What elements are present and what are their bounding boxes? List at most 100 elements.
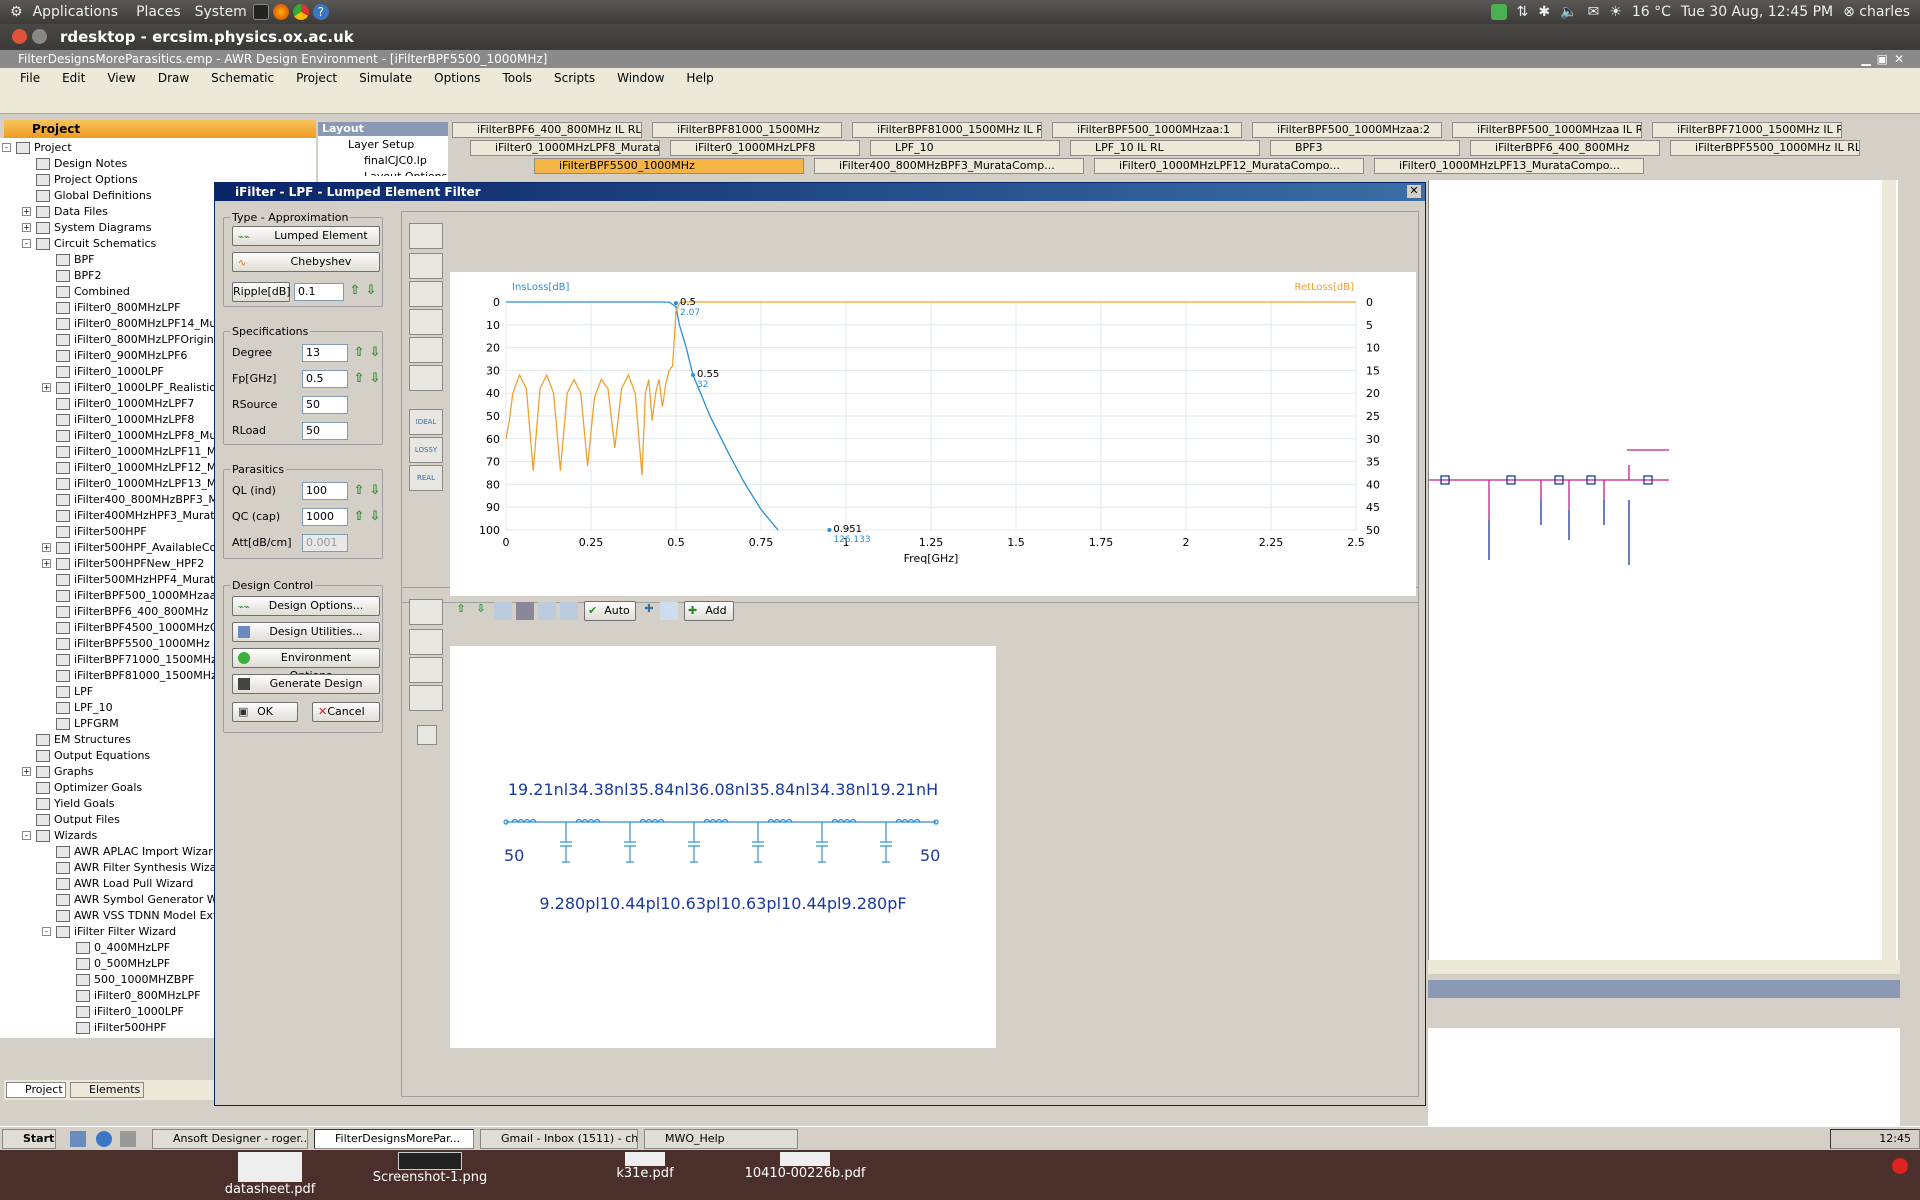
quicklaunch-app-icon[interactable] [120,1131,136,1147]
tree-item[interactable]: BPF [56,252,95,268]
tree-item[interactable]: iFilter0_1000LPF [76,1004,184,1020]
chart-scale-icon[interactable] [538,602,556,620]
desktop-file-10410[interactable]: 10410-00226b.pdf [740,1152,870,1181]
tree-item[interactable]: iFilter500HPF [56,524,147,540]
chart-marker-icon[interactable] [494,602,512,620]
tree-item[interactable]: iFilter0_800MHzLPFOrigina [56,332,220,348]
tree-item[interactable]: 0_400MHzLPF [76,940,170,956]
tree-item[interactable]: AWR Symbol Generator W [56,892,218,908]
tree-item[interactable]: BPF2 [56,268,102,284]
blank-icon[interactable] [409,629,443,655]
document-tab[interactable]: iFilterBPF500_1000MHzaa:1 [1052,122,1242,138]
document-tab[interactable]: iFilter0_1000MHzLPF8 [670,140,860,156]
qc-down-icon[interactable]: ⇩ [368,508,382,526]
quicklaunch-ie-icon[interactable] [96,1131,112,1147]
tree-item[interactable]: iFilter0_800MHzLPF [76,988,200,1004]
collapse-icon[interactable]: - [42,927,51,936]
tree-item[interactable]: LPF [56,684,93,700]
collapse-icon[interactable]: - [2,143,11,152]
document-tab[interactable]: iFilterBPF6_400_800MHz IL RL [452,122,642,138]
temperature[interactable]: 16 °C [1632,4,1671,20]
tree-item[interactable]: iFilterBPF6_400_800MHz [56,604,208,620]
tree-item[interactable]: EM Structures [36,732,131,748]
environment-options-button[interactable]: Environment Options... [232,648,380,682]
document-tab[interactable]: iFilter0_1000MHzLPF12_MurataCompo... [1094,158,1364,174]
menu-edit[interactable]: Edit [62,71,85,85]
document-tab[interactable]: iFilter0_1000MHzLPF8_MurataCompo... [470,140,660,156]
tree-item[interactable]: AWR Load Pull Wizard [56,876,193,892]
tree-item[interactable]: AWR Filter Synthesis Wiza [56,860,216,876]
project-tab[interactable]: Project [6,1082,66,1098]
fp-up-icon[interactable]: ⇧ [352,370,366,388]
tree-item[interactable]: LPF_10 [56,700,113,716]
horizontal-scrollbar[interactable] [1428,960,1900,974]
tree-item[interactable]: iFilter0_900MHzLPF6 [56,348,187,364]
menu-tools[interactable]: Tools [502,71,532,85]
chart-down-icon[interactable]: ⇩ [472,602,490,620]
ripple-input[interactable]: 0.1 [294,283,344,301]
ripple-button[interactable]: Ripple[dB] [232,282,291,302]
tree-item[interactable]: 500_1000MHZBPF [76,972,194,988]
tree-item[interactable]: Global Definitions [36,188,152,204]
tree-item[interactable]: - Wizards [22,828,97,844]
places-menu[interactable]: Places [136,4,181,20]
generate-design-button[interactable]: Generate Design [232,674,380,694]
export-icon[interactable] [409,685,443,711]
fp-down-icon[interactable]: ⇩ [368,370,382,388]
terminal-icon[interactable] [252,4,269,20]
document-tab[interactable]: iFilterBPF500_1000MHzaa IL RL [1452,122,1642,138]
close-window-button[interactable] [12,29,27,44]
ok-button[interactable]: ▣ OK [232,702,298,722]
task-gmail[interactable]: Gmail - Inbox (1511) - ch... [480,1129,638,1149]
menu-view[interactable]: View [107,71,135,85]
volume-icon[interactable]: 🔈 [1560,4,1577,20]
tree-item[interactable]: iFilterBPF5500_1000MHz [56,636,210,652]
tree-item[interactable]: AWR APLAC Import Wizar [56,844,213,860]
task-mwo-help[interactable]: MWO_Help [644,1129,798,1149]
document-tab[interactable]: LPF_10 IL RL [1070,140,1260,156]
document-tab[interactable]: iFilterBPF5500_1000MHz [534,158,804,174]
task-filterdesigns[interactable]: FilterDesignsMorePar... [314,1129,474,1149]
tree-item[interactable]: iFilter0_1000MHzLPF8_Mu [56,428,216,444]
tree-item[interactable]: iFilterBPF71000_1500MHz [56,652,217,668]
tree-item[interactable]: iFilter500HPF [76,1020,167,1036]
zoom-in-icon[interactable]: ✚ [640,602,658,620]
clock[interactable]: Tue 30 Aug, 12:45 PM [1681,4,1833,20]
chrome-icon[interactable] [292,4,309,20]
rsource-input[interactable]: 50 [302,396,348,414]
degree-up-icon[interactable]: ⇧ [352,344,366,362]
document-tab[interactable]: iFilter0_1000MHzLPF13_MurataCompo... [1374,158,1644,174]
tree-item[interactable]: Output Equations [36,748,150,764]
tree-item[interactable]: Design Notes [36,156,127,172]
quicklaunch-desktop-icon[interactable] [70,1131,86,1147]
system-menu[interactable]: System [195,4,247,20]
highpass-icon[interactable] [409,281,443,307]
tree-item[interactable]: iFilterBPF4500_1000MHzC [56,620,218,636]
ql-up-icon[interactable]: ⇧ [352,482,366,500]
lossy-icon[interactable]: LOSSY [409,437,443,463]
bandstop-icon[interactable] [409,337,443,363]
add-button[interactable]: ✚ Add [684,601,734,621]
lowpass-icon[interactable] [409,253,443,279]
document-tab[interactable]: iFilterBPF81000_1500MHz IL RL [852,122,1042,138]
tree-item[interactable]: AWR VSS TDNN Model Ext [56,908,217,924]
menu-simulate[interactable]: Simulate [359,71,412,85]
tree-item[interactable]: iFilter0_1000MHzLPF12_M [56,460,216,476]
tree-item[interactable]: Output Files [36,812,120,828]
tree-item[interactable]: iFilter0_800MHzLPF14_Mu [56,316,216,332]
qc-up-icon[interactable]: ⇧ [352,508,366,526]
expand-icon[interactable]: + [42,543,51,552]
collapse-icon[interactable]: - [22,239,31,248]
firefox-icon[interactable] [272,4,289,20]
menu-options[interactable]: Options [434,71,480,85]
document-tab[interactable]: iFilterBPF81000_1500MHz [652,122,842,138]
expand-icon[interactable]: + [42,559,51,568]
expand-icon[interactable]: + [22,223,31,232]
menu-help[interactable]: Help [686,71,713,85]
collapse-icon[interactable]: - [22,831,31,840]
tree-item[interactable]: LPFGRM [56,716,119,732]
ubuntu-logo-icon[interactable]: ⚙ [10,4,23,20]
bluetooth-icon[interactable]: ✱ [1538,4,1550,20]
tree-item[interactable]: - iFilter Filter Wizard [42,924,176,940]
multiband-icon[interactable] [409,365,443,391]
